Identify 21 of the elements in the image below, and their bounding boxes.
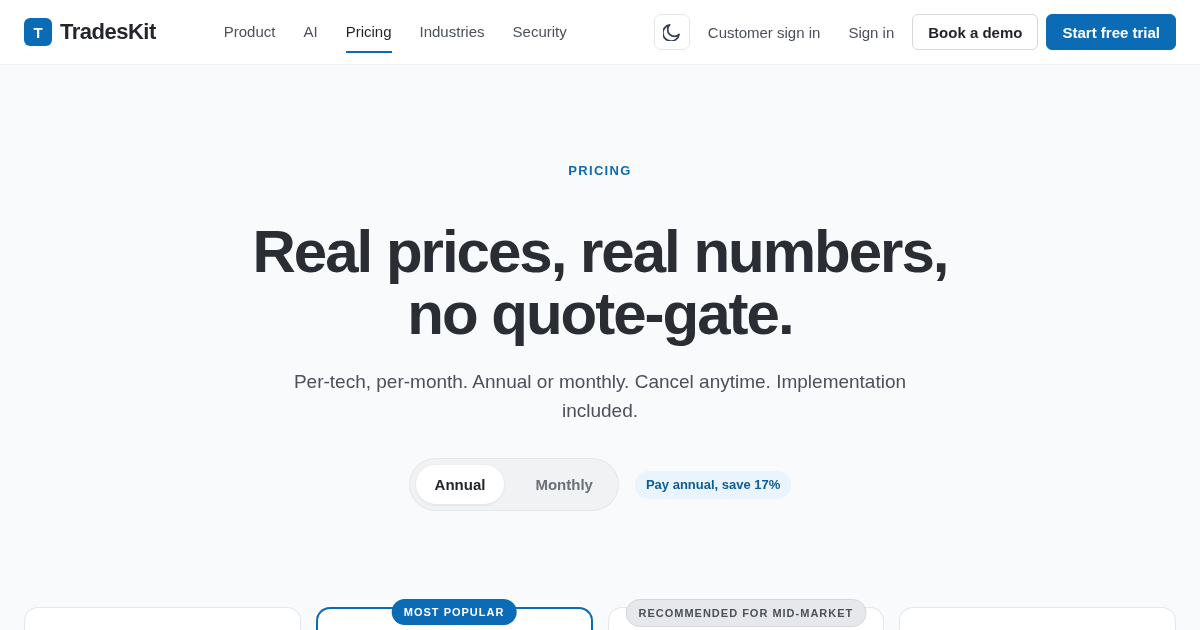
hero-heading: Real prices, real numbers, no quote-gate. (251, 221, 949, 345)
savings-badge: Pay annual, save 17% (634, 470, 792, 499)
plan-badge: RECOMMENDED FOR MID-MARKET (625, 599, 867, 627)
nav-link[interactable]: Pricing (345, 21, 392, 53)
sign-in-link[interactable]: Sign in (848, 23, 895, 41)
billing-option[interactable]: Annual (415, 465, 505, 504)
nav-link[interactable]: Product (223, 21, 276, 53)
section-eyebrow: PRICING (568, 163, 632, 179)
book-demo-button[interactable]: Book a demo (912, 14, 1039, 50)
nav-link[interactable]: Industries (419, 21, 485, 53)
billing-option[interactable]: Monthly (516, 465, 612, 504)
customer-sign-in-link[interactable]: Customer sign in (707, 23, 821, 41)
theme-toggle-button[interactable] (653, 14, 690, 50)
brand-name[interactable]: TradesKit (60, 19, 156, 45)
hero-subtitle: Per-tech, per-month. Annual or monthly. Cancel anytime. Implementation included. (292, 370, 908, 423)
start-trial-button[interactable]: Start free trial (1046, 14, 1176, 50)
nav-link[interactable]: Security (512, 21, 567, 53)
logo-mark[interactable]: T (24, 18, 52, 46)
moon-icon (663, 23, 681, 41)
nav-link[interactable]: AI (303, 21, 318, 53)
plan-badge: MOST POPULAR (391, 599, 517, 625)
